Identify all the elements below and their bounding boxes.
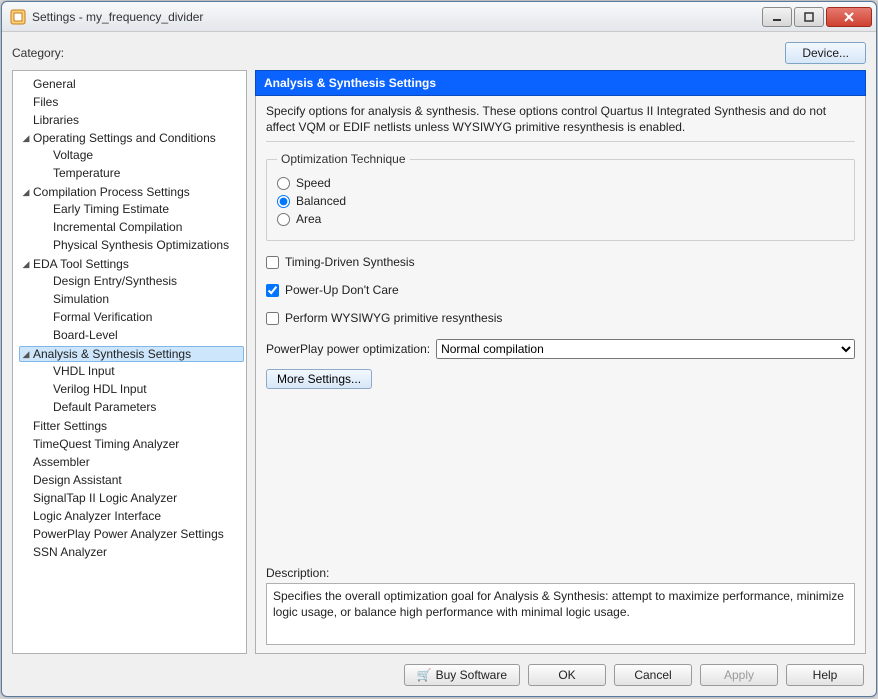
tree-item-signaltap[interactable]: SignalTap II Logic Analyzer: [33, 491, 177, 505]
tree-item-general[interactable]: General: [33, 77, 76, 91]
expand-icon[interactable]: ◢: [21, 259, 31, 270]
tree-item-files[interactable]: Files: [33, 95, 58, 109]
panel-body: Specify options for analysis & synthesis…: [255, 96, 866, 654]
minimize-button[interactable]: [762, 7, 792, 27]
tree-item-voltage[interactable]: Voltage: [53, 148, 93, 162]
help-button[interactable]: Help: [786, 664, 864, 686]
panel-description: Specify options for analysis & synthesis…: [266, 104, 855, 142]
tree-item-design-entry[interactable]: Design Entry/Synthesis: [53, 274, 177, 288]
optimization-technique-legend: Optimization Technique: [277, 152, 410, 166]
window-controls: [762, 7, 872, 27]
dialog-buttons: 🛒Buy Software OK Cancel Apply Help: [12, 660, 866, 688]
apply-button[interactable]: Apply: [700, 664, 778, 686]
tree-item-temperature[interactable]: Temperature: [53, 166, 120, 180]
more-settings-button[interactable]: More Settings...: [266, 369, 372, 389]
tree-item-analysis-synthesis[interactable]: Analysis & Synthesis Settings: [33, 347, 191, 361]
tree-item-design-assistant[interactable]: Design Assistant: [33, 473, 122, 487]
radio-balanced[interactable]: [277, 195, 290, 208]
optimization-technique-group: Optimization Technique Speed Balanced Ar…: [266, 152, 855, 241]
description-box: Specifies the overall optimization goal …: [266, 583, 855, 645]
tree-item-libraries[interactable]: Libraries: [33, 113, 79, 127]
tree-item-early-timing[interactable]: Early Timing Estimate: [53, 202, 169, 216]
window-title: Settings - my_frequency_divider: [32, 10, 762, 24]
tree-item-assembler[interactable]: Assembler: [33, 455, 90, 469]
tree-item-vhdl[interactable]: VHDL Input: [53, 364, 115, 378]
opt-speed[interactable]: Speed: [277, 176, 844, 190]
device-button[interactable]: Device...: [785, 42, 866, 64]
chk-timing-driven[interactable]: Timing-Driven Synthesis: [266, 255, 855, 269]
cancel-button[interactable]: Cancel: [614, 664, 692, 686]
panel-heading: Analysis & Synthesis Settings: [255, 70, 866, 96]
powerplay-label: PowerPlay power optimization:: [266, 342, 430, 356]
tree-item-board[interactable]: Board-Level: [53, 328, 118, 342]
chk-powerup[interactable]: Power-Up Don't Care: [266, 283, 855, 297]
category-tree[interactable]: General Files Libraries ◢Operating Setti…: [12, 70, 247, 654]
checkbox-powerup[interactable]: [266, 284, 279, 297]
close-button[interactable]: [826, 7, 872, 27]
opt-balanced[interactable]: Balanced: [277, 194, 844, 208]
radio-area[interactable]: [277, 213, 290, 226]
tree-item-compilation[interactable]: Compilation Process Settings: [33, 185, 190, 199]
tree-item-ssn[interactable]: SSN Analyzer: [33, 545, 107, 559]
opt-area[interactable]: Area: [277, 212, 844, 226]
expand-icon[interactable]: ◢: [21, 133, 31, 144]
expand-icon[interactable]: ◢: [21, 349, 31, 360]
expand-icon[interactable]: ◢: [21, 187, 31, 198]
tree-item-fitter[interactable]: Fitter Settings: [33, 419, 107, 433]
checkbox-timing[interactable]: [266, 256, 279, 269]
tree-item-incremental[interactable]: Incremental Compilation: [53, 220, 182, 234]
client-area: Category: Device... General Files Librar…: [2, 32, 876, 696]
powerplay-select[interactable]: Normal compilation: [436, 339, 855, 359]
tree-item-default-params[interactable]: Default Parameters: [53, 400, 156, 414]
tree-item-formal[interactable]: Formal Verification: [53, 310, 152, 324]
description-label: Description:: [266, 566, 855, 580]
titlebar[interactable]: Settings - my_frequency_divider: [2, 2, 876, 32]
tree-item-powerplay[interactable]: PowerPlay Power Analyzer Settings: [33, 527, 224, 541]
settings-window: Settings - my_frequency_divider Category…: [1, 1, 877, 697]
tree-item-verilog[interactable]: Verilog HDL Input: [53, 382, 147, 396]
cart-icon: 🛒: [417, 668, 432, 682]
category-label: Category:: [12, 46, 775, 60]
ok-button[interactable]: OK: [528, 664, 606, 686]
app-icon: [10, 9, 26, 25]
tree-item-timequest[interactable]: TimeQuest Timing Analyzer: [33, 437, 179, 451]
description-block: Description: Specifies the overall optim…: [266, 566, 855, 645]
top-row: Category: Device...: [12, 42, 866, 64]
tree-item-logic-analyzer-if[interactable]: Logic Analyzer Interface: [33, 509, 161, 523]
chk-wysiwyg[interactable]: Perform WYSIWYG primitive resynthesis: [266, 311, 855, 325]
tree-item-simulation[interactable]: Simulation: [53, 292, 109, 306]
main-row: General Files Libraries ◢Operating Setti…: [12, 70, 866, 654]
tree-item-phys-synth[interactable]: Physical Synthesis Optimizations: [53, 238, 229, 252]
maximize-button[interactable]: [794, 7, 824, 27]
radio-speed[interactable]: [277, 177, 290, 190]
buy-software-button[interactable]: 🛒Buy Software: [404, 664, 520, 686]
checkboxes: Timing-Driven Synthesis Power-Up Don't C…: [266, 251, 855, 329]
tree-item-operating-settings[interactable]: Operating Settings and Conditions: [33, 131, 216, 145]
powerplay-row: PowerPlay power optimization: Normal com…: [266, 339, 855, 359]
checkbox-wysiwyg[interactable]: [266, 312, 279, 325]
tree-item-eda[interactable]: EDA Tool Settings: [33, 257, 129, 271]
settings-panel: Analysis & Synthesis Settings Specify op…: [255, 70, 866, 654]
